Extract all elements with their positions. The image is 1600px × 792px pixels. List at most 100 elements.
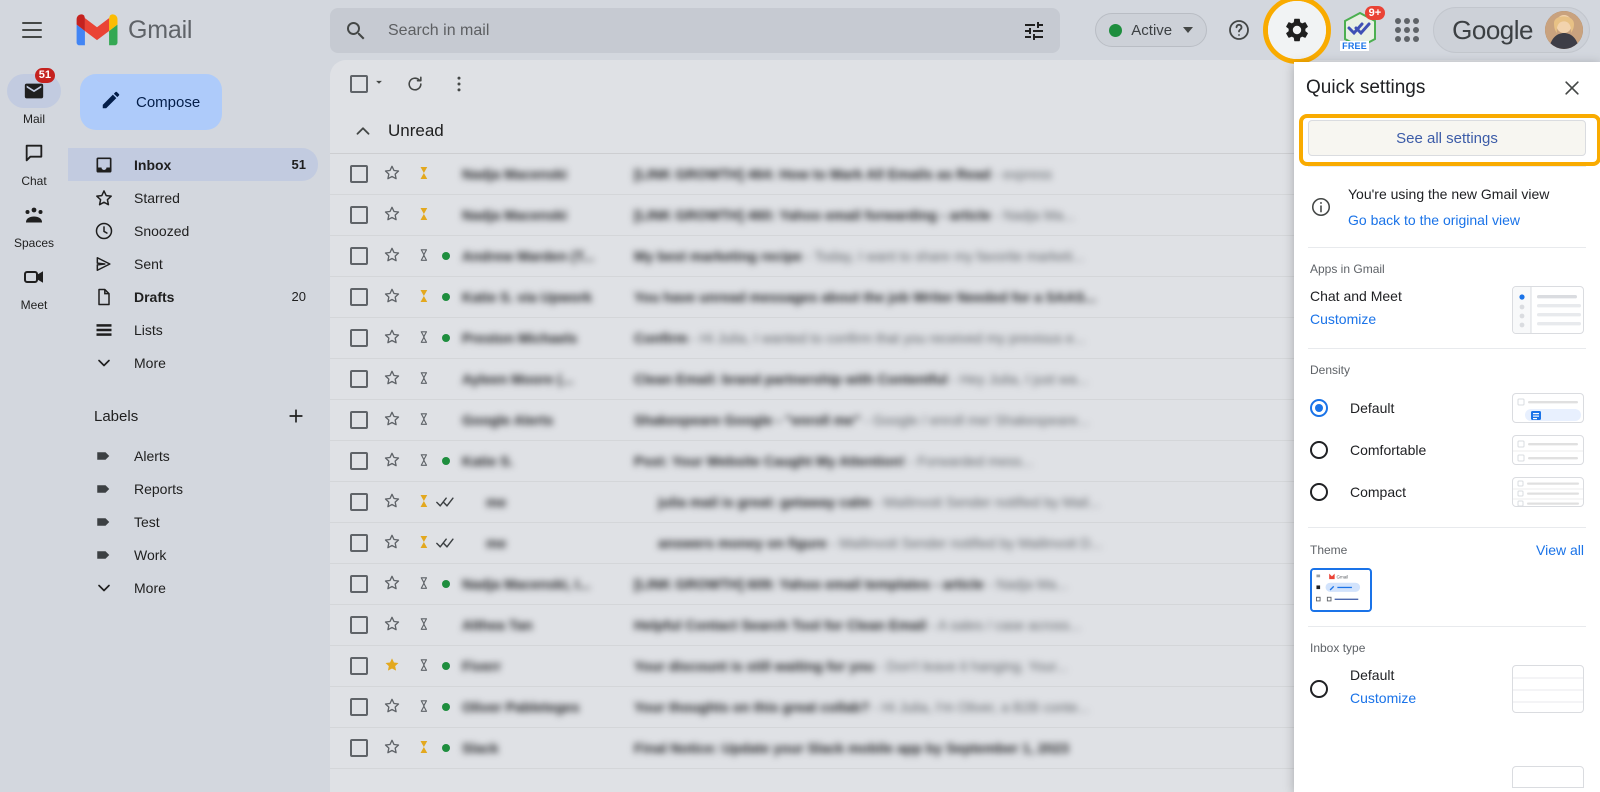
star-icon[interactable] [382, 409, 404, 431]
star-icon[interactable] [382, 573, 404, 595]
inbox-type-thumbnail-default[interactable] [1512, 665, 1584, 713]
important-marker-icon[interactable] [416, 532, 434, 554]
avatar[interactable] [1545, 11, 1583, 49]
inbox-type-customize-link[interactable]: Customize [1350, 685, 1416, 711]
sidebar-label-item-work[interactable]: Work [68, 538, 318, 571]
star-icon[interactable] [382, 327, 404, 349]
important-marker-icon[interactable] [416, 163, 434, 185]
sidebar-item-sent[interactable]: Sent [68, 247, 318, 280]
important-marker-icon[interactable] [416, 696, 434, 718]
important-marker-icon[interactable] [416, 573, 434, 595]
inbox-type-next-thumbnail[interactable] [1512, 766, 1584, 788]
density-thumbnail-comfortable[interactable] [1512, 435, 1584, 465]
important-marker-icon[interactable] [416, 204, 434, 226]
help-icon[interactable] [1217, 8, 1261, 52]
apps-grid-icon[interactable] [1387, 10, 1427, 50]
row-checkbox[interactable] [350, 534, 368, 552]
sidebar-item-inbox[interactable]: Inbox 51 [68, 148, 318, 181]
refresh-icon[interactable] [396, 65, 434, 103]
sidebar-item-more[interactable]: More [68, 346, 318, 379]
row-checkbox[interactable] [350, 739, 368, 757]
row-checkbox[interactable] [350, 493, 368, 511]
close-icon[interactable] [1556, 72, 1588, 104]
important-marker-icon[interactable] [416, 450, 434, 472]
important-marker-icon[interactable] [416, 491, 434, 513]
hamburger-icon[interactable] [8, 6, 56, 54]
row-checkbox[interactable] [350, 698, 368, 716]
important-marker-icon[interactable] [416, 245, 434, 267]
sidebar-item-drafts[interactable]: Drafts 20 [68, 280, 318, 313]
star-icon[interactable] [382, 532, 404, 554]
star-icon[interactable] [382, 204, 404, 226]
row-checkbox[interactable] [350, 165, 368, 183]
sidebar-label-item-alerts[interactable]: Alerts [68, 439, 318, 472]
inbox-type-option-default[interactable]: Default Customize [1310, 665, 1584, 713]
sidebar-label-item-test[interactable]: Test [68, 505, 318, 538]
density-option-default[interactable]: Default [1310, 387, 1584, 429]
density-option-compact[interactable]: Compact [1310, 471, 1584, 513]
density-thumbnail-compact[interactable] [1512, 477, 1584, 507]
important-marker-icon[interactable] [416, 614, 434, 636]
row-checkbox[interactable] [350, 411, 368, 429]
go-back-original-view-link[interactable]: Go back to the original view [1348, 207, 1549, 233]
important-marker-icon[interactable] [416, 737, 434, 759]
sidebar-label-item-reports[interactable]: Reports [68, 472, 318, 505]
important-marker-icon[interactable] [416, 368, 434, 390]
google-account-button[interactable]: Google [1433, 7, 1590, 53]
row-checkbox[interactable] [350, 247, 368, 265]
settings-gear-button[interactable] [1263, 0, 1331, 64]
rail-item-chat[interactable]: Chat [2, 136, 66, 188]
row-checkbox[interactable] [350, 370, 368, 388]
sidebar-label-item-more[interactable]: More [68, 571, 318, 604]
rail-item-meet[interactable]: Meet [2, 260, 66, 312]
important-marker-icon[interactable] [416, 409, 434, 431]
compose-button[interactable]: Compose [80, 74, 222, 130]
sidebar-item-snoozed[interactable]: Snoozed [68, 214, 318, 247]
plus-icon[interactable] [286, 406, 306, 426]
row-checkbox[interactable] [350, 452, 368, 470]
radio-compact[interactable] [1310, 483, 1328, 501]
star-icon[interactable] [382, 245, 404, 267]
extension-badge: 9+ [1365, 6, 1386, 20]
star-icon[interactable] [382, 655, 404, 677]
star-icon[interactable] [382, 368, 404, 390]
rail-item-mail[interactable]: 51 Mail [2, 74, 66, 126]
radio-comfortable[interactable] [1310, 441, 1328, 459]
important-marker-icon[interactable] [416, 286, 434, 308]
row-checkbox[interactable] [350, 657, 368, 675]
radio-inbox-default[interactable] [1310, 680, 1328, 698]
star-icon[interactable] [382, 450, 404, 472]
row-checkbox[interactable] [350, 206, 368, 224]
density-thumbnail-default[interactable] [1512, 393, 1584, 423]
more-vert-icon[interactable] [440, 65, 478, 103]
theme-view-all-link[interactable]: View all [1536, 542, 1584, 558]
rail-item-spaces[interactable]: Spaces [2, 198, 66, 250]
tune-icon[interactable] [1022, 19, 1046, 43]
star-icon[interactable] [382, 286, 404, 308]
radio-default[interactable] [1310, 399, 1328, 417]
important-marker-icon[interactable] [416, 655, 434, 677]
star-icon[interactable] [382, 737, 404, 759]
star-icon[interactable] [382, 614, 404, 636]
sidebar-item-lists[interactable]: Lists [68, 313, 318, 346]
see-all-settings-button[interactable]: See all settings [1308, 120, 1586, 156]
row-checkbox[interactable] [350, 616, 368, 634]
row-checkbox[interactable] [350, 329, 368, 347]
star-icon[interactable] [382, 696, 404, 718]
chat-meet-thumbnail[interactable] [1512, 286, 1584, 334]
apps-customize-link[interactable]: Customize [1310, 306, 1402, 332]
star-icon[interactable] [382, 491, 404, 513]
chevron-up-icon[interactable] [352, 120, 374, 142]
status-chip-active[interactable]: Active [1095, 13, 1207, 47]
important-marker-icon[interactable] [416, 327, 434, 349]
search-bar[interactable] [330, 8, 1060, 53]
row-checkbox[interactable] [350, 288, 368, 306]
theme-thumbnail-default[interactable]: Gmail [1310, 568, 1372, 612]
extension-icon[interactable]: 9+ FREE [1337, 9, 1383, 51]
search-input[interactable] [388, 22, 1022, 40]
select-all-checkbox[interactable] [346, 71, 390, 98]
density-option-comfortable[interactable]: Comfortable [1310, 429, 1584, 471]
sidebar-item-starred[interactable]: Starred [68, 181, 318, 214]
row-checkbox[interactable] [350, 575, 368, 593]
star-icon[interactable] [382, 163, 404, 185]
